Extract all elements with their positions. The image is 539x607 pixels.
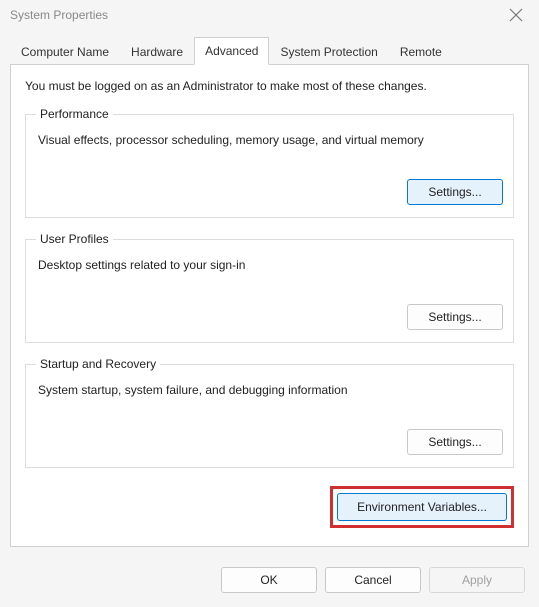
performance-settings-button[interactable]: Settings... [407, 179, 503, 205]
group-startup-recovery-desc: System startup, system failure, and debu… [38, 383, 503, 397]
group-performance-desc: Visual effects, processor scheduling, me… [38, 133, 503, 147]
group-performance-legend: Performance [36, 107, 113, 121]
group-user-profiles-desc: Desktop settings related to your sign-in [38, 258, 503, 272]
tab-remote[interactable]: Remote [389, 38, 453, 65]
close-icon[interactable] [509, 8, 523, 22]
tab-system-protection[interactable]: System Protection [269, 38, 388, 65]
group-performance: Performance Visual effects, processor sc… [25, 107, 514, 218]
user-profiles-settings-button[interactable]: Settings... [407, 304, 503, 330]
ok-button[interactable]: OK [221, 567, 317, 593]
group-user-profiles-legend: User Profiles [36, 232, 113, 246]
group-user-profiles: User Profiles Desktop settings related t… [25, 232, 514, 343]
tabstrip: Computer Name Hardware Advanced System P… [0, 28, 539, 64]
apply-button[interactable]: Apply [429, 567, 525, 593]
tab-content-advanced: You must be logged on as an Administrato… [10, 64, 529, 547]
dialog-button-row: OK Cancel Apply [0, 557, 539, 607]
startup-recovery-settings-button[interactable]: Settings... [407, 429, 503, 455]
window-title: System Properties [10, 8, 108, 22]
environment-variables-button[interactable]: Environment Variables... [337, 493, 507, 521]
group-startup-recovery: Startup and Recovery System startup, sys… [25, 357, 514, 468]
group-startup-recovery-legend: Startup and Recovery [36, 357, 160, 371]
tab-advanced[interactable]: Advanced [194, 37, 269, 65]
tab-computer-name[interactable]: Computer Name [10, 38, 120, 65]
intro-text: You must be logged on as an Administrato… [25, 79, 514, 93]
titlebar: System Properties [0, 0, 539, 28]
cancel-button[interactable]: Cancel [325, 567, 421, 593]
env-var-highlight: Environment Variables... [330, 486, 514, 528]
tab-hardware[interactable]: Hardware [120, 38, 194, 65]
env-var-row: Environment Variables... [25, 486, 514, 528]
